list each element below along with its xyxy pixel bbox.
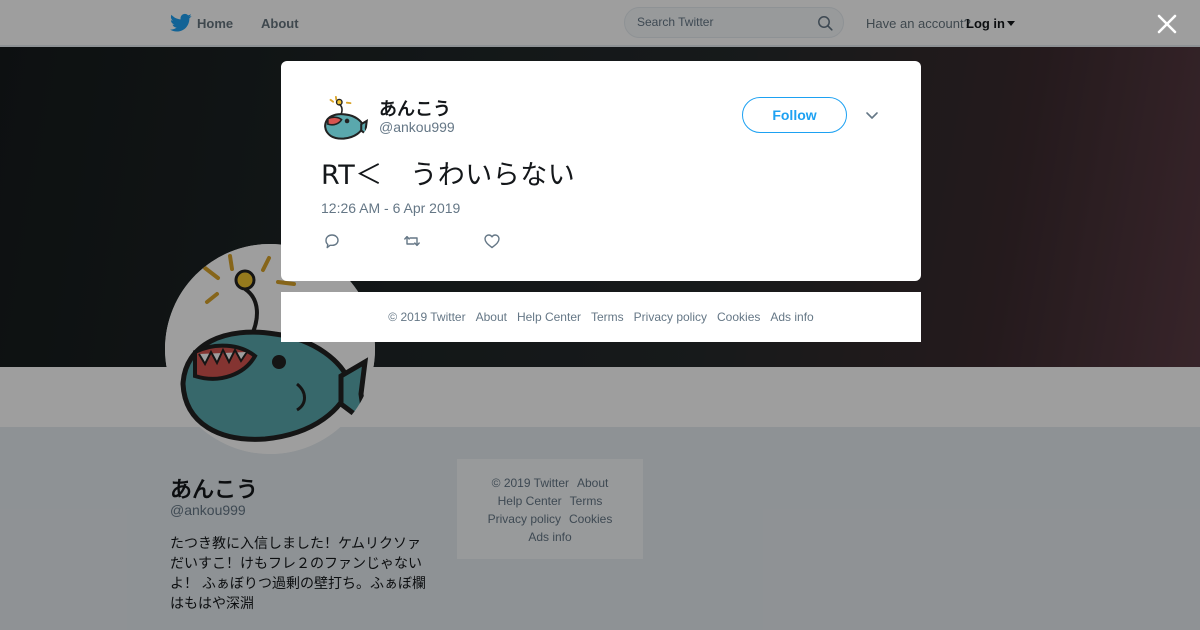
close-icon[interactable]	[1155, 12, 1179, 36]
tweet-timestamp[interactable]: 12:26 AM - 6 Apr 2019	[321, 200, 460, 216]
follow-button[interactable]: Follow	[742, 97, 847, 133]
footer-ads-link[interactable]: Ads info	[770, 310, 813, 324]
tweet-avatar[interactable]	[321, 94, 369, 142]
footer-help-link[interactable]: Help Center	[517, 310, 581, 324]
footer-privacy-link[interactable]: Privacy policy	[634, 310, 707, 324]
tweet-author-name[interactable]: あんこう	[379, 95, 451, 121]
footer-terms-link[interactable]: Terms	[591, 310, 624, 324]
footer-about-link[interactable]: About	[476, 310, 507, 324]
modal-footer: © 2019 Twitter About Help Center Terms Priva…	[281, 292, 921, 342]
reply-icon[interactable]	[323, 232, 341, 250]
heart-icon[interactable]	[483, 232, 501, 250]
anglerfish-avatar-icon	[321, 94, 369, 142]
footer-cookies-link[interactable]: Cookies	[717, 310, 760, 324]
tweet-text: RT＜ うわいらない	[321, 160, 576, 191]
retweet-icon[interactable]	[403, 232, 421, 250]
tweet-modal: あんこう @ankou999 Follow RT＜ うわいらない 12:26 A…	[281, 61, 921, 281]
footer-copyright: © 2019 Twitter	[388, 310, 466, 324]
tweet-author-handle[interactable]: @ankou999	[379, 119, 455, 135]
chevron-down-icon[interactable]	[865, 108, 879, 122]
